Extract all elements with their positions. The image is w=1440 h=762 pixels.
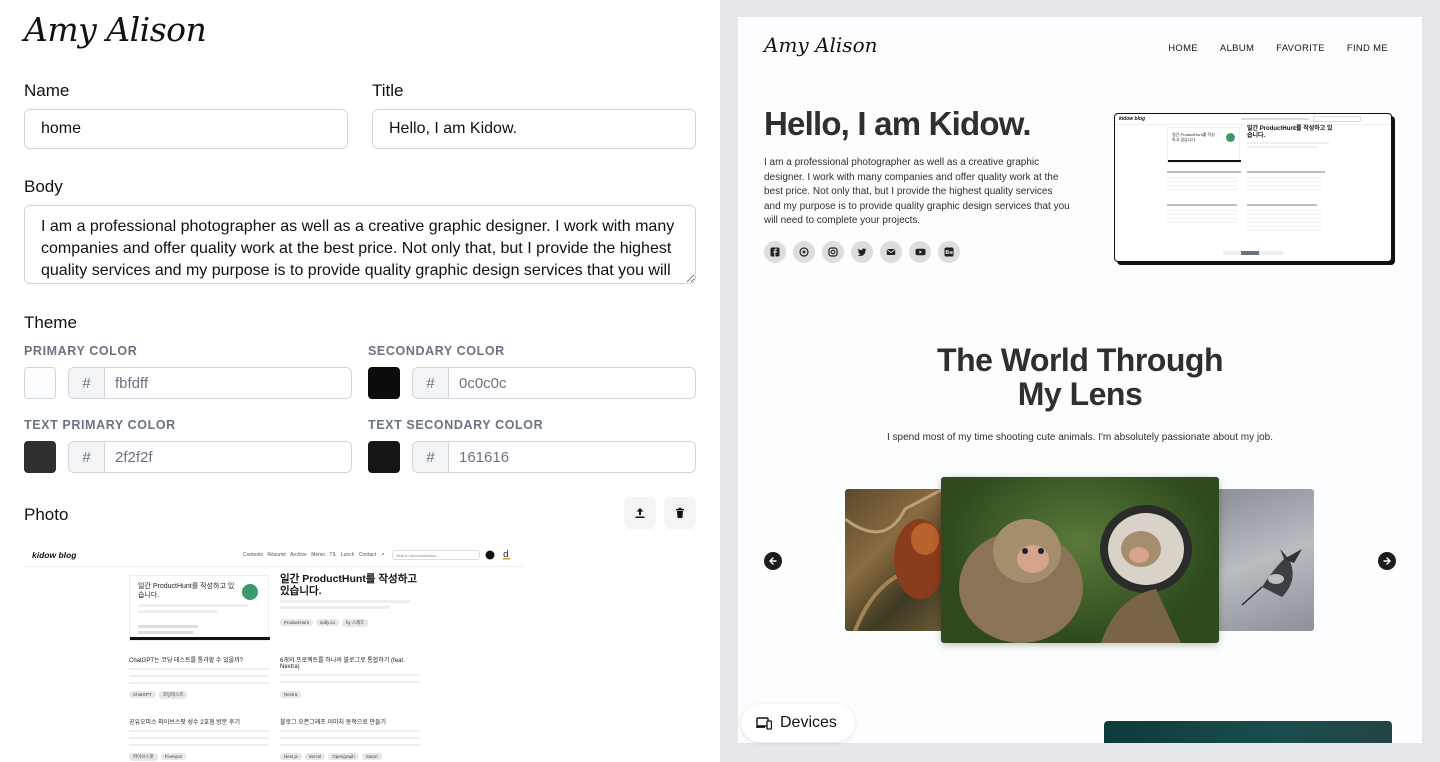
svg-text:Be: Be <box>945 250 953 256</box>
nav-favorite[interactable]: FAVORITE <box>1276 43 1325 54</box>
arrow-left-icon <box>769 557 777 565</box>
mini-search: Search documentation... <box>392 550 480 560</box>
brand-logo: Amy Alison <box>24 10 207 49</box>
mini-tags: ProductHunt indly.co by 스레드 <box>280 619 371 627</box>
instagram-icon[interactable] <box>822 241 844 263</box>
text-primary-color-group: # <box>68 441 352 473</box>
hero-title: Hello, I am Kidow. <box>764 105 1032 142</box>
youtube-icon[interactable] <box>909 241 931 263</box>
editor-panel: Amy Alison Name Title Body I am a profes… <box>0 0 720 762</box>
mini-post: 공유오피스 파이브스팟 성수 2호점 방문 후기 파이브스팟 Fivespot <box>129 717 269 761</box>
mini-card-title: 일간 ProductHunt를 작성하고 있습니다. <box>138 583 235 599</box>
whatsapp-icon[interactable] <box>793 241 815 263</box>
title-label: Title <box>372 81 404 100</box>
mini-nav: Contents Résumé Archive Memo TIL Lunch C… <box>243 552 385 558</box>
preview-panel: Amy Alison HOME ALBUM FAVORITE FIND ME H… <box>720 0 1440 762</box>
photo-label: Photo <box>24 505 69 524</box>
mini-post: 블로그 오픈그래프 이미지 동적으로 만들기 Next.js Vercel Open… <box>280 717 420 760</box>
site-preview: Amy Alison HOME ALBUM FAVORITE FIND ME H… <box>738 17 1422 743</box>
upload-button[interactable] <box>624 497 656 529</box>
hero-image: kidow blog 일간 ProductHunt를 작성하고 있습니다. 일간… <box>1114 113 1392 262</box>
section-title-line-1: The World Through <box>937 342 1223 378</box>
facebook-icon[interactable] <box>764 241 786 263</box>
mail-icon[interactable] <box>880 241 902 263</box>
name-label: Name <box>24 81 70 100</box>
body-label: Body <box>24 177 63 196</box>
secondary-color-label: SECONDARY COLOR <box>368 344 505 358</box>
text-secondary-color-input[interactable] <box>449 442 695 472</box>
text-primary-color-input[interactable] <box>105 442 351 472</box>
hero-body: I am a professional photographer as well… <box>764 157 1070 227</box>
section-title-line-2: My Lens <box>1017 376 1143 412</box>
photo-preview: kidow blog Contents Résumé Archive Memo … <box>24 543 524 762</box>
hash-addon: # <box>69 368 105 398</box>
social-links: Be <box>764 241 960 263</box>
devices-button[interactable]: Devices <box>741 704 855 742</box>
title-input[interactable] <box>372 109 696 149</box>
secondary-color-swatch[interactable] <box>368 367 400 399</box>
secondary-color-group: # <box>412 367 696 399</box>
mini-logo: kidow blog <box>32 550 77 560</box>
svg-text:d: d <box>503 550 509 560</box>
preview-nav: HOME ALBUM FAVORITE FIND ME <box>1168 43 1388 54</box>
hash-addon: # <box>413 368 449 398</box>
behance-icon[interactable]: Be <box>938 241 960 263</box>
nav-album[interactable]: ALBUM <box>1220 43 1254 54</box>
section-subtitle: I spend most of my time shooting cute an… <box>887 432 1273 443</box>
primary-color-group: # <box>68 367 352 399</box>
nav-find-me[interactable]: FIND ME <box>1347 43 1388 54</box>
arrow-right-icon <box>1383 557 1391 565</box>
github-icon <box>485 550 495 560</box>
text-primary-color-label: TEXT PRIMARY COLOR <box>24 418 176 432</box>
twitter-icon[interactable] <box>851 241 873 263</box>
carousel-prev-button[interactable] <box>764 552 782 570</box>
body-textarea[interactable]: I am a professional photographer as well… <box>24 205 696 284</box>
delete-button[interactable] <box>664 497 696 529</box>
secondary-color-input[interactable] <box>449 368 695 398</box>
name-input[interactable] <box>24 109 348 149</box>
carousel-photo-center[interactable] <box>941 477 1219 643</box>
primary-color-input[interactable] <box>105 368 351 398</box>
devices-label: Devices <box>780 714 837 731</box>
mini-title: 일간 ProductHunt를 작성하고 있습니다. <box>280 573 418 597</box>
text-secondary-color-swatch[interactable] <box>368 441 400 473</box>
carousel-photo-right[interactable] <box>1214 489 1314 631</box>
hero-shot-logo: kidow blog <box>1119 116 1146 122</box>
preview-brand-logo: Amy Alison <box>764 33 878 57</box>
devices-icon <box>756 717 772 730</box>
hash-addon: # <box>69 442 105 472</box>
mini-topbar: kidow blog Contents Résumé Archive Memo … <box>24 543 524 567</box>
text-secondary-color-group: # <box>412 441 696 473</box>
hash-addon: # <box>413 442 449 472</box>
upload-icon <box>635 508 645 518</box>
next-section-image <box>1104 721 1392 743</box>
mini-post: ChatGPT는 코딩 테스트를 통과할 수 있을까? ChatGPT 코딩테스트 <box>129 655 269 699</box>
d-logo-icon: d <box>503 550 510 560</box>
nav-home[interactable]: HOME <box>1168 43 1198 54</box>
theme-label: Theme <box>24 313 77 332</box>
text-primary-color-swatch[interactable] <box>24 441 56 473</box>
mini-avatar <box>242 584 258 600</box>
primary-color-label: PRIMARY COLOR <box>24 344 138 358</box>
text-secondary-color-label: TEXT SECONDARY COLOR <box>368 418 544 432</box>
carousel-next-button[interactable] <box>1378 552 1396 570</box>
trash-icon <box>676 507 684 518</box>
mini-post: 6개의 프로젝트를 하나의 블로그로 통합하기 (feat. Nextra) N… <box>280 655 420 698</box>
primary-color-swatch[interactable] <box>24 367 56 399</box>
carousel-photo-left[interactable] <box>845 489 943 631</box>
